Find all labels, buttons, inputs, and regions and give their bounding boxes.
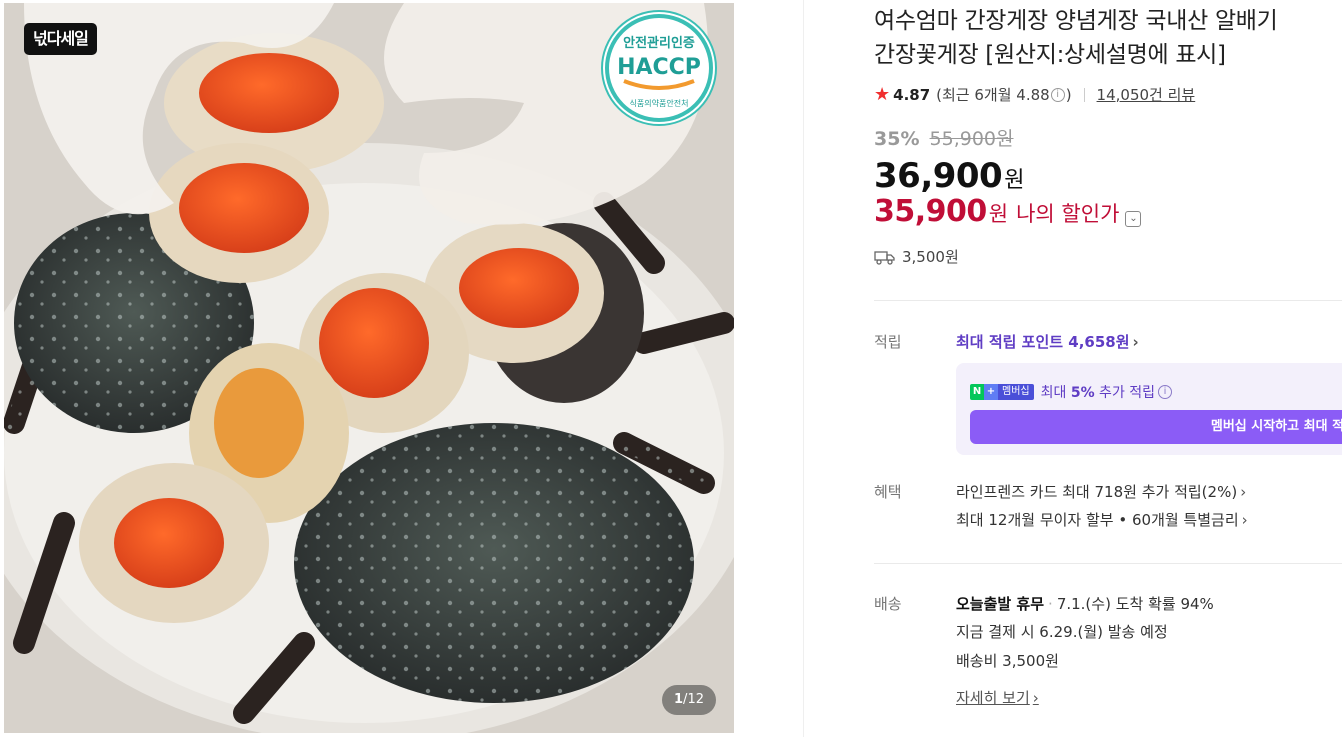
section-divider [874,563,1342,564]
delivery-details-link[interactable]: 자세히 보기 › [956,687,1039,708]
product-title-line2: 간장꽃게장 [원산지:상세설명에 표시] [874,42,1226,68]
max-points-text: 최대 적립 포인트 4,658원 [956,333,1130,351]
price-row: 36,900 원 [874,156,1024,196]
sale-price-unit: 원 [1004,168,1025,193]
discount-row: 35% 55,900원 [874,124,1014,151]
sale-price: 36,900 [874,156,1003,196]
chevron-right-icon: › [1241,511,1248,529]
membership-badge-label: 멤버십 [998,384,1034,400]
membership-line: N + 멤버십 최대 5% 추가 적립 i [970,382,1173,402]
chevron-down-icon[interactable]: ⌄ [1125,211,1142,227]
membership-suffix: 추가 적립 [1094,385,1156,401]
haccp-top-text: 안전관리인증 [623,35,695,51]
naver-n-icon: N [970,384,984,400]
review-count-link[interactable]: 14,050건 리뷰 [1097,84,1196,105]
product-info-panel: 여수엄마 간장게장 양념게장 국내산 알배기 간장꽃게장 [원산지:상세설명에 … [874,0,1342,737]
card-benefit-text: 라인프렌즈 카드 최대 718원 추가 적립(2%) [956,483,1238,501]
my-discount-label: 나의 할인가 [1016,202,1120,226]
haccp-certification-icon: 안전관리인증 HACCP 식품의약품안전처 [601,10,717,126]
haccp-bottom-text: 식품의약품안전처 [630,98,689,108]
product-image-gallery[interactable]: 넋다세일 안전관리인증 HACCP 식품의약품안전처 1/12 [4,3,734,733]
star-icon: ★ [874,84,891,105]
arrival-estimate: 7.1.(수) 도착 확률 94% [1056,595,1214,613]
image-counter-total: 12 [687,692,704,707]
membership-extra-points: 최대 5% 추가 적립 [1041,382,1155,402]
sale-badge: 넋다세일 [24,23,97,55]
recent-rating: (최근 6개월 4.88 [936,86,1050,104]
dispatch-status: 오늘출발 휴무 [956,595,1045,613]
truck-icon [874,250,895,265]
delivery-details-text: 자세히 보기 [956,689,1030,707]
discount-rate: 35% [874,128,920,150]
my-price-row[interactable]: 35,900 원 나의 할인가 ⌄ [874,194,1142,229]
installment-benefit-text: 최대 12개월 무이자 할부 • 60개월 특별금리 [956,511,1239,529]
chevron-right-icon: › [1240,483,1247,501]
membership-box: N + 멤버십 최대 5% 추가 적립 i 멤버십 시작하고 최대 적립 [956,363,1342,455]
info-icon[interactable]: i [1050,87,1065,102]
plus-icon: + [984,384,998,400]
original-price: 55,900원 [929,128,1014,150]
max-points-link[interactable]: 최대 적립 포인트 4,658원 › [956,331,1139,352]
rating-score: 4.87 [893,85,931,104]
dot-separator: · [1048,595,1053,613]
column-divider [803,0,804,737]
rating-row: ★ 4.87 (최근 6개월 4.88 i ) 14,050건 리뷰 [874,84,1195,105]
membership-prefix: 최대 [1040,385,1071,401]
image-counter-current: 1 [674,692,684,707]
my-discount-price-unit: 원 [988,202,1009,226]
recent-rating-close: ) [1065,85,1072,104]
haccp-logo-text: HACCP [617,55,701,80]
delivery-fee: 배송비 3,500원 [956,652,1059,670]
dispatch-schedule: 지금 결제 시 6.29.(월) 발송 예정 [956,623,1168,641]
product-title-line1: 여수엄마 간장게장 양념게장 국내산 알배기 [874,8,1278,34]
naver-plus-membership-badge: N + 멤버십 [970,384,1034,400]
my-discount-price: 35,900 [874,194,987,229]
section-divider [874,300,1342,301]
delivery-label: 배송 [874,595,902,613]
delivery-dispatch-row: 오늘출발 휴무 · 7.1.(수) 도착 확률 94% [956,593,1214,614]
membership-rate: 5% [1070,385,1095,401]
shipping-fee-value: 3,500원 [902,248,959,266]
installment-benefit-link[interactable]: 최대 12개월 무이자 할부 • 60개월 특별금리 › [956,509,1248,530]
shipping-fee: 3,500원 [874,246,959,267]
info-icon[interactable]: i [1158,385,1173,399]
points-label: 적립 [874,333,902,351]
membership-start-button[interactable]: 멤버십 시작하고 최대 적립 [970,410,1342,444]
image-counter: 1/12 [662,685,716,715]
card-benefit-link[interactable]: 라인프렌즈 카드 최대 718원 추가 적립(2%) › [956,481,1246,502]
chevron-right-icon: › [1032,689,1039,707]
benefits-label: 혜택 [874,483,902,501]
chevron-right-icon: › [1132,333,1139,351]
product-title: 여수엄마 간장게장 양념게장 국내산 알배기 간장꽃게장 [원산지:상세설명에 … [874,4,1342,72]
separator [1083,87,1085,102]
